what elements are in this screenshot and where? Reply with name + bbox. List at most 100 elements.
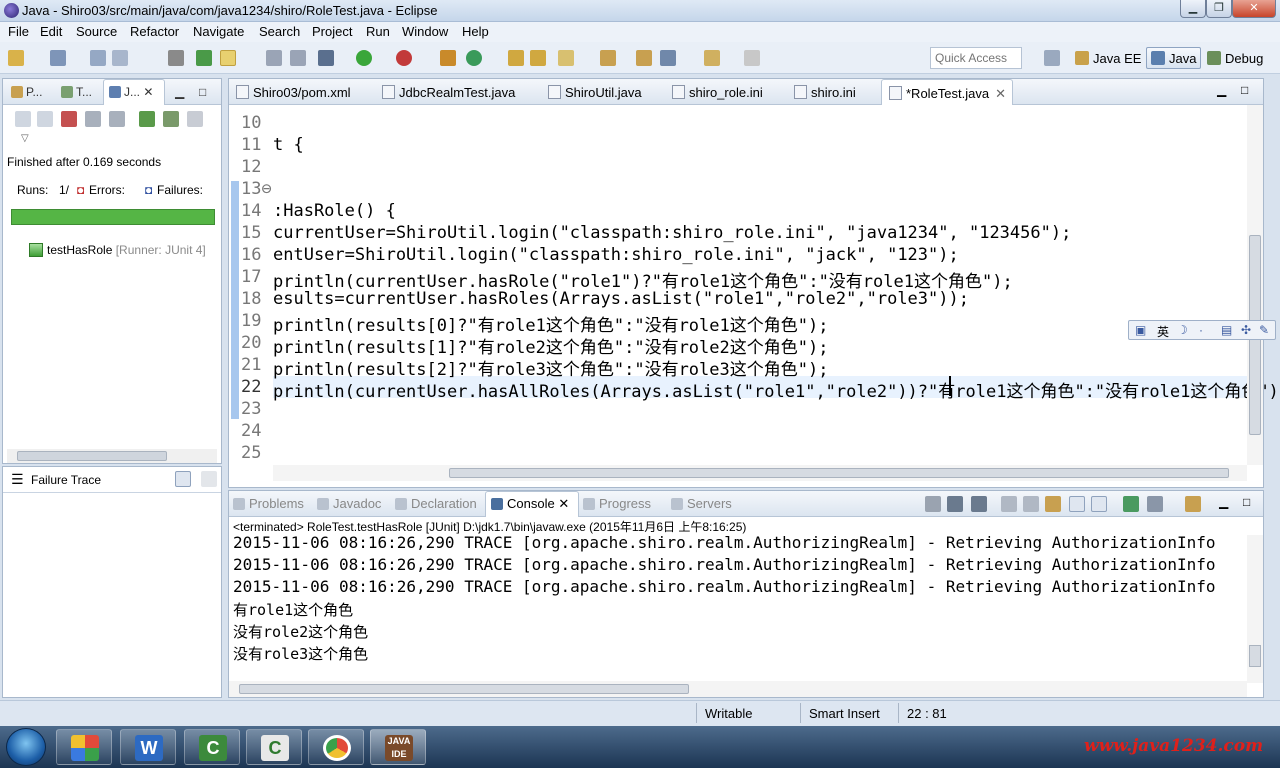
save-icon[interactable] xyxy=(50,50,66,66)
layout-icon[interactable] xyxy=(109,111,125,127)
test-tree-item[interactable]: testHasRole [Runner: JUnit 4] xyxy=(29,243,206,257)
ime-moon-icon[interactable]: ☽ xyxy=(1177,323,1188,337)
terminate-icon[interactable] xyxy=(925,496,941,512)
compare-icon[interactable] xyxy=(201,471,217,487)
run-icon[interactable] xyxy=(356,50,372,66)
menu-project[interactable]: Project xyxy=(312,24,352,39)
display-selected-console-icon[interactable] xyxy=(1147,496,1163,512)
back-icon[interactable] xyxy=(704,50,720,66)
rerun-failed-first-icon[interactable] xyxy=(163,111,179,127)
menu-help[interactable]: Help xyxy=(462,24,489,39)
view-maximize-icon[interactable]: □ xyxy=(199,85,206,99)
remove-launch-icon[interactable] xyxy=(947,496,963,512)
previous-failure-icon[interactable] xyxy=(37,111,53,127)
ime-tools-icon[interactable]: ✣ xyxy=(1241,323,1251,337)
show-failures-only-icon[interactable] xyxy=(61,111,77,127)
tab-jdbc-realm-test[interactable]: JdbcRealmTest.java xyxy=(375,79,521,105)
menu-run[interactable]: Run xyxy=(366,24,390,39)
last-edit-icon[interactable] xyxy=(660,50,676,66)
rerun-test-icon[interactable] xyxy=(139,111,155,127)
external-tools-icon[interactable] xyxy=(396,50,412,66)
scroll-lock-icon[interactable] xyxy=(85,111,101,127)
editor-horizontal-scrollbar[interactable] xyxy=(273,465,1247,481)
open-task-icon[interactable] xyxy=(530,50,546,66)
ime-punctuation-icon[interactable]: · xyxy=(1199,323,1203,337)
code-line[interactable]: entUser=ShiroUtil.login("classpath:shiro… xyxy=(273,245,959,265)
new-class-icon[interactable] xyxy=(466,50,482,66)
scroll-thumb[interactable] xyxy=(17,451,167,461)
breakpoint-icon[interactable] xyxy=(196,50,212,66)
tab-javadoc[interactable]: Javadoc xyxy=(317,496,381,511)
tab-type-hierarchy[interactable]: T... xyxy=(61,85,92,99)
console-vertical-scrollbar[interactable] xyxy=(1247,535,1263,683)
editor-minimize-icon[interactable]: ▁ xyxy=(1217,83,1226,97)
word-wrap-icon[interactable] xyxy=(1045,496,1061,512)
code-line[interactable]: esults=currentUser.hasRoles(Arrays.asLis… xyxy=(273,289,969,309)
taskbar-chrome[interactable] xyxy=(308,729,364,765)
taskbar-app-1[interactable] xyxy=(56,729,112,765)
scroll-thumb[interactable] xyxy=(1249,645,1261,667)
menu-navigate[interactable]: Navigate xyxy=(193,24,244,39)
remove-all-icon[interactable] xyxy=(971,496,987,512)
view-minimize-icon[interactable]: ▁ xyxy=(175,85,184,99)
tab-servers[interactable]: Servers xyxy=(671,496,732,511)
previous-annotation-icon[interactable] xyxy=(636,50,652,66)
menu-refactor[interactable]: Refactor xyxy=(130,24,179,39)
scroll-thumb[interactable] xyxy=(449,468,1229,478)
code-line[interactable]: currentUser=ShiroUtil.login("classpath:s… xyxy=(273,223,1071,243)
tab-shiro-ini[interactable]: shiro.ini xyxy=(787,79,862,105)
taskbar-eclipse[interactable]: JAVA IDE xyxy=(370,729,426,765)
open-perspective-icon[interactable] xyxy=(1044,50,1060,66)
tab-package-explorer[interactable]: P... xyxy=(11,85,42,99)
filter-stack-icon[interactable] xyxy=(175,471,191,487)
tab-junit[interactable]: J... ✕ xyxy=(109,85,153,99)
block-selection-icon[interactable] xyxy=(290,50,306,66)
maximize-button[interactable]: ❐ xyxy=(1206,0,1232,18)
perspective-debug[interactable]: Debug xyxy=(1202,47,1268,69)
ime-keyboard-icon[interactable]: ▤ xyxy=(1221,323,1232,337)
tab-role-test[interactable]: *RoleTest.java ✕ xyxy=(881,79,1014,105)
scroll-thumb[interactable] xyxy=(239,684,689,694)
tab-close-icon[interactable]: ✕ xyxy=(995,86,1006,101)
menu-file[interactable]: File xyxy=(8,24,29,39)
start-button[interactable] xyxy=(6,728,46,766)
tab-shiro-util[interactable]: ShiroUtil.java xyxy=(541,79,648,105)
menu-source[interactable]: Source xyxy=(76,24,117,39)
quick-access-input[interactable] xyxy=(930,47,1022,69)
junit-horizontal-scrollbar[interactable] xyxy=(7,449,217,463)
show-whitespace-icon[interactable] xyxy=(266,50,282,66)
close-button[interactable]: ✕ xyxy=(1232,0,1276,18)
menu-edit[interactable]: Edit xyxy=(40,24,62,39)
taskbar-camtasia-1[interactable]: C xyxy=(184,729,240,765)
next-annotation-icon[interactable] xyxy=(600,50,616,66)
search-icon[interactable] xyxy=(558,50,574,66)
taskbar-word[interactable]: W xyxy=(120,729,176,765)
new-icon[interactable] xyxy=(8,50,24,66)
forward-icon[interactable] xyxy=(744,50,760,66)
ime-settings-icon[interactable]: ✎ xyxy=(1259,323,1269,337)
tab-progress[interactable]: Progress xyxy=(583,496,651,511)
new-java-project-icon[interactable] xyxy=(440,50,456,66)
code-line[interactable]: println(currentUser.hasAllRoles(Arrays.a… xyxy=(273,377,1280,402)
show-on-stderr-icon[interactable] xyxy=(1091,496,1107,512)
open-console-icon[interactable] xyxy=(1185,496,1201,512)
taskbar-camtasia-2[interactable]: C xyxy=(246,729,302,765)
console-minimize-icon[interactable]: ▁ xyxy=(1219,495,1228,509)
view-menu-icon[interactable]: ▽ xyxy=(21,133,29,144)
print-icon[interactable] xyxy=(112,50,128,66)
mark-occurrences-icon[interactable] xyxy=(220,50,236,66)
editor-vertical-scrollbar[interactable] xyxy=(1247,105,1263,465)
tab-console[interactable]: Console ✕ xyxy=(491,496,569,512)
tab-problems[interactable]: Problems xyxy=(233,496,304,511)
ime-mode-label[interactable]: 英 xyxy=(1157,323,1169,340)
menu-search[interactable]: Search xyxy=(259,24,300,39)
ime-toolbar[interactable]: ▣ 英 ☽ · ▤ ✣ ✎ xyxy=(1128,320,1276,340)
tab-declaration[interactable]: Declaration xyxy=(395,496,477,511)
open-type-icon[interactable] xyxy=(508,50,524,66)
clear-console-icon[interactable] xyxy=(1001,496,1017,512)
menu-window[interactable]: Window xyxy=(402,24,448,39)
toggle-icon[interactable] xyxy=(168,50,184,66)
show-on-stdout-icon[interactable] xyxy=(1069,496,1085,512)
minimize-button[interactable]: ▁ xyxy=(1180,0,1206,18)
perspective-java-ee[interactable]: Java EE xyxy=(1070,47,1146,69)
